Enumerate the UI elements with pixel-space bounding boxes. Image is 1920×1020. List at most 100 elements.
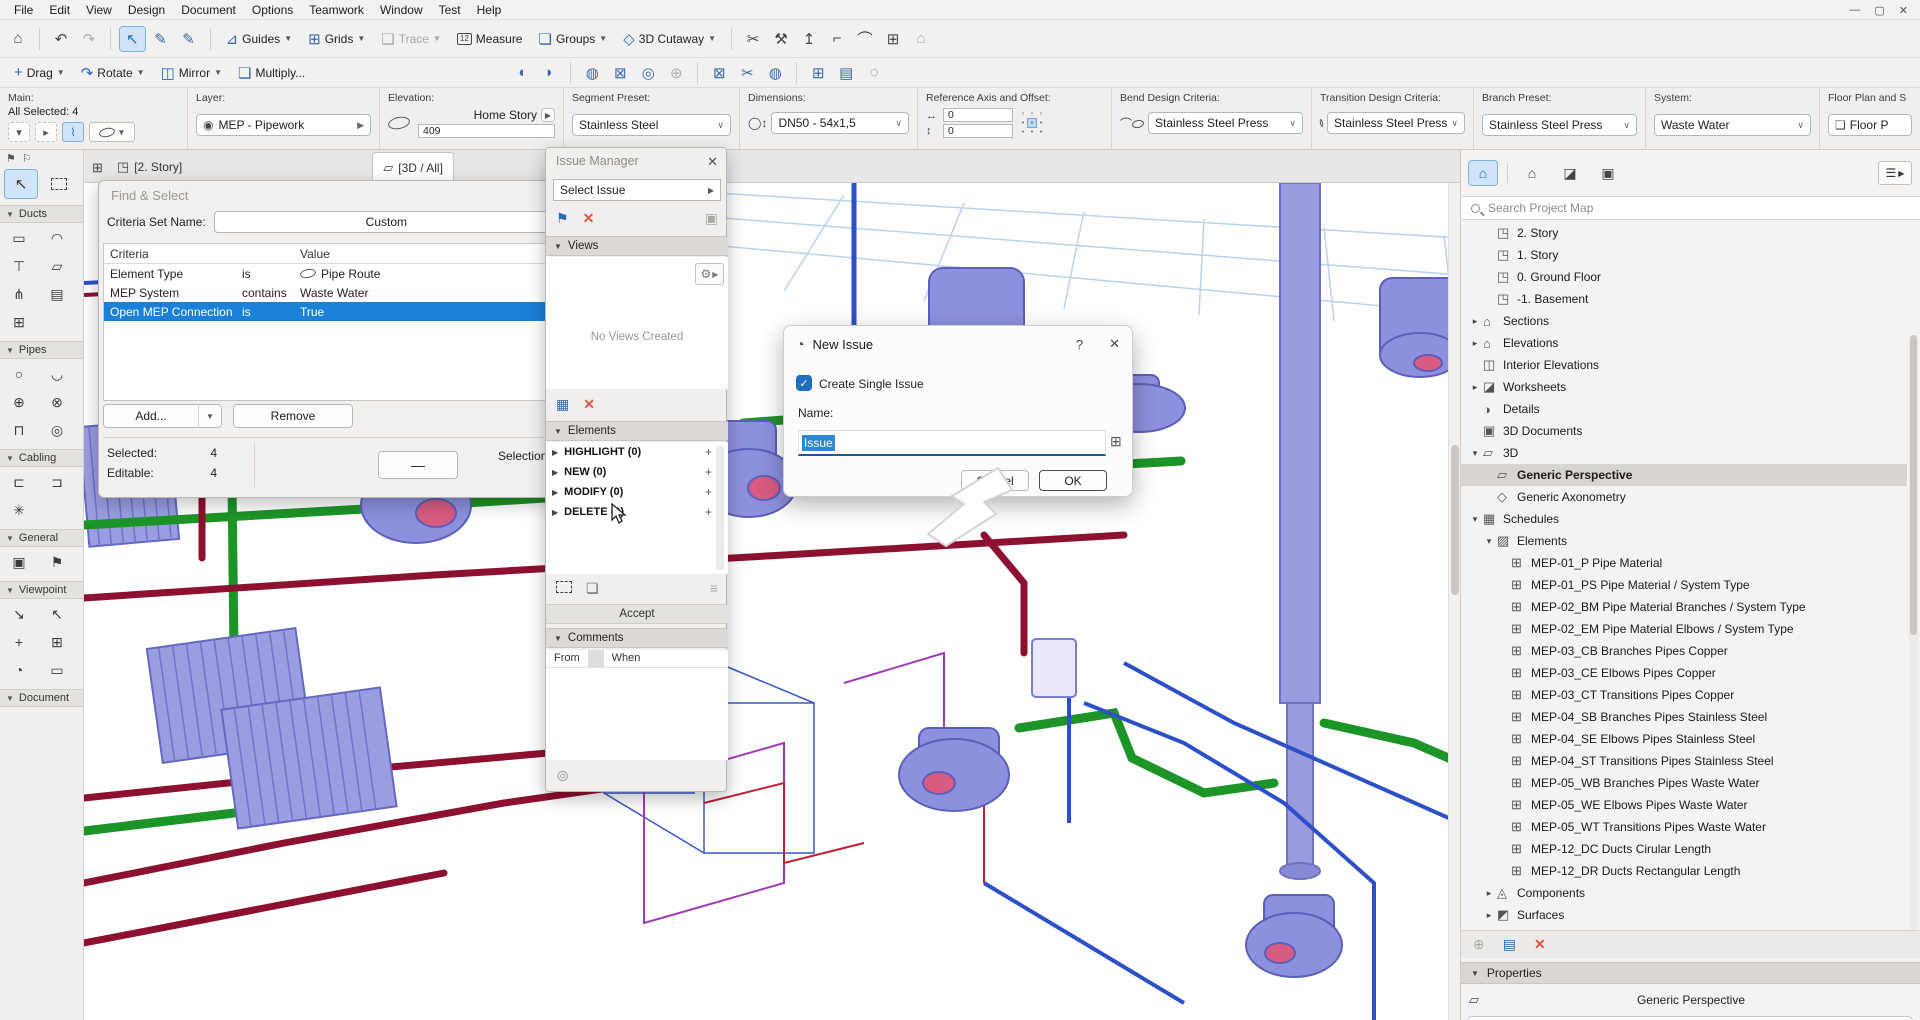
- menu-item[interactable]: Options: [244, 1, 301, 19]
- menu-item[interactable]: File: [6, 1, 41, 19]
- minimize-icon[interactable]: —: [1849, 4, 1860, 16]
- remove-criteria-button[interactable]: Remove: [233, 404, 353, 428]
- undo-icon[interactable]: ↶: [49, 30, 73, 48]
- arrow-tool[interactable]: ↖: [5, 170, 37, 198]
- criteria-row[interactable]: MEP System contains Waste Water: [104, 283, 564, 302]
- tree-item[interactable]: ⊞ MEP-03_CT Transitions Pipes Copper: [1461, 684, 1907, 706]
- pin-button[interactable]: ⌇: [62, 122, 84, 142]
- menu-item[interactable]: View: [78, 1, 120, 19]
- tool-icon[interactable]: ◠: [42, 225, 72, 251]
- tree-item[interactable]: ⊞ MEP-01_P Pipe Material: [1461, 552, 1907, 574]
- criteria-set-combo[interactable]: Custom: [214, 211, 559, 233]
- tool-icon[interactable]: ⊏: [4, 469, 34, 495]
- tree-item[interactable]: ◳ 0. Ground Floor: [1461, 266, 1907, 288]
- tool-icon[interactable]: ⚑: [42, 549, 72, 575]
- bend-combo[interactable]: Stainless Steel Press∨: [1148, 112, 1303, 134]
- tool-icon[interactable]: ◡: [42, 361, 72, 387]
- elements-section-header[interactable]: ▼Elements: [546, 421, 728, 441]
- comments-section-header[interactable]: ▼Comments: [546, 628, 728, 648]
- toolbox-section-viewpoint[interactable]: ▼Viewpoint: [0, 581, 83, 599]
- tree-item[interactable]: ⊞ MEP-02_BM Pipe Material Branches / Sys…: [1461, 596, 1907, 618]
- tree-item[interactable]: ⊞ MEP-02_EM Pipe Material Elbows / Syste…: [1461, 618, 1907, 640]
- connection-tool-icon[interactable]: ◌: [862, 64, 886, 81]
- tab-2-story[interactable]: ◳ [2. Story]: [107, 152, 192, 182]
- tab-grid-icon[interactable]: ⊞: [84, 160, 107, 182]
- tool-icon[interactable]: ▭: [42, 657, 72, 683]
- tree-item[interactable]: ◑ Details: [1461, 398, 1907, 420]
- toolbox-section-ducts[interactable]: ▼Ducts: [0, 205, 83, 223]
- tree-item[interactable]: ⊞ MEP-05_WT Transitions Pipes Waste Wate…: [1461, 816, 1907, 838]
- tree-item[interactable]: ⊞ MEP-12_DR Ducts Rectangular Length: [1461, 860, 1907, 882]
- project-map-icon[interactable]: ⌂: [1469, 161, 1497, 185]
- toolbar-icon[interactable]: ⚒: [769, 30, 793, 48]
- tree-item[interactable]: ▸ ⌂ Elevations: [1461, 332, 1907, 354]
- delete-viewpoint-icon[interactable]: ✕: [1534, 936, 1546, 953]
- help-button[interactable]: ?: [1076, 337, 1101, 352]
- tree-item[interactable]: ◳ 2. Story: [1461, 222, 1907, 244]
- tool-icon[interactable]: ▣: [4, 549, 34, 575]
- element-group-row[interactable]: ▶HIGHLIGHT (0)+: [546, 442, 728, 462]
- favorites-button[interactable]: ▾: [8, 122, 30, 142]
- tree-item[interactable]: ⊞ MEP-05_WB Branches Pipes Waste Water: [1461, 772, 1907, 794]
- connection-tool-icon[interactable]: ◖: [509, 64, 533, 81]
- new-issue-icon[interactable]: ⚑: [556, 210, 569, 227]
- create-single-checkbox[interactable]: ✓: [796, 375, 812, 391]
- tree-expander-icon[interactable]: ▾: [1467, 448, 1483, 459]
- floorplan-combo[interactable]: ❏ Floor P: [1828, 114, 1912, 136]
- tree-item[interactable]: ▸ ◬ Components: [1461, 882, 1907, 904]
- home-icon[interactable]: ⌂: [6, 30, 30, 47]
- branch-combo[interactable]: Stainless Steel Press∨: [1482, 114, 1637, 136]
- tree-item[interactable]: ⊞ MEP-03_CB Branches Pipes Copper: [1461, 640, 1907, 662]
- toolbar-icon[interactable]: ⊞: [881, 30, 905, 48]
- system-combo[interactable]: Waste Water∨: [1654, 114, 1811, 136]
- viewport-scrollbar[interactable]: [1448, 183, 1460, 1020]
- add-elements-icon[interactable]: +: [705, 485, 712, 499]
- tree-item[interactable]: ◳ 1. Story: [1461, 244, 1907, 266]
- tree-expander-icon[interactable]: ▸: [1467, 382, 1483, 393]
- inject-parameters-icon[interactable]: ✎: [177, 30, 201, 48]
- toolbar-icon[interactable]: ✂: [741, 30, 765, 48]
- tree-expander-icon[interactable]: ▸: [1467, 338, 1483, 349]
- comments-list[interactable]: [546, 668, 728, 760]
- connection-tool-icon[interactable]: ◍: [763, 64, 787, 82]
- measure-button[interactable]: 12 Measure: [451, 29, 529, 49]
- dimension-combo[interactable]: DN50 - 54x1,5∨: [771, 112, 909, 134]
- add-elements-icon[interactable]: +: [705, 505, 712, 519]
- properties-header[interactable]: ▼ Properties: [1461, 962, 1920, 984]
- publisher-icon[interactable]: ▣: [1594, 161, 1622, 185]
- tree-item[interactable]: ◳ -1. Basement: [1461, 288, 1907, 310]
- views-section-header[interactable]: ▼Views: [546, 236, 728, 256]
- tool-icon[interactable]: ○: [4, 361, 34, 387]
- tree-expander-icon[interactable]: ▸: [1481, 910, 1497, 921]
- tool-icon[interactable]: ⊐: [42, 469, 72, 495]
- deselect-button[interactable]: —: [378, 451, 458, 479]
- tool-icon[interactable]: +: [4, 629, 34, 655]
- tree-item[interactable]: ▾ ▱ 3D: [1461, 442, 1907, 464]
- transition-combo[interactable]: Stainless Steel Press∨: [1327, 112, 1465, 134]
- segment-preset-combo[interactable]: Stainless Steel∨: [572, 114, 731, 136]
- tool-icon[interactable]: ⊓: [4, 417, 34, 443]
- tree-item[interactable]: ⊞ MEP-01_PS Pipe Material / System Type: [1461, 574, 1907, 596]
- tool-icon[interactable]: ⊕: [4, 389, 34, 415]
- add-criteria-dropdown[interactable]: ▼: [198, 404, 222, 428]
- connection-tool-icon[interactable]: ◎: [636, 64, 660, 82]
- tree-item[interactable]: ▱ Generic Perspective: [1461, 464, 1907, 486]
- connection-tool-icon[interactable]: ◗: [537, 64, 561, 81]
- element-group-row[interactable]: ▶DELETE (0)+: [546, 502, 728, 522]
- connection-tool-icon[interactable]: [570, 62, 571, 84]
- menu-item[interactable]: Help: [469, 1, 510, 19]
- tool-icon[interactable]: ↖: [42, 601, 72, 627]
- menu-item[interactable]: Document: [173, 1, 244, 19]
- tool-icon[interactable]: ◔: [4, 657, 34, 683]
- tree-item[interactable]: ▸ ◪ Worksheets: [1461, 376, 1907, 398]
- menu-item[interactable]: Teamwork: [301, 1, 372, 19]
- story-picker-button[interactable]: ▶: [541, 108, 555, 122]
- tree-item[interactable]: ◫ Interior Elevations: [1461, 354, 1907, 376]
- connection-tool-icon[interactable]: ⊞: [806, 64, 830, 82]
- close-icon[interactable]: ✕: [1109, 336, 1120, 352]
- marquee-icon[interactable]: [556, 581, 572, 596]
- rotate-button[interactable]: ↷ Rotate▼: [75, 61, 151, 85]
- close-icon[interactable]: ✕: [707, 154, 718, 170]
- add-viewpoint-icon[interactable]: ⊕: [1473, 936, 1485, 953]
- add-elements-icon[interactable]: +: [705, 445, 712, 459]
